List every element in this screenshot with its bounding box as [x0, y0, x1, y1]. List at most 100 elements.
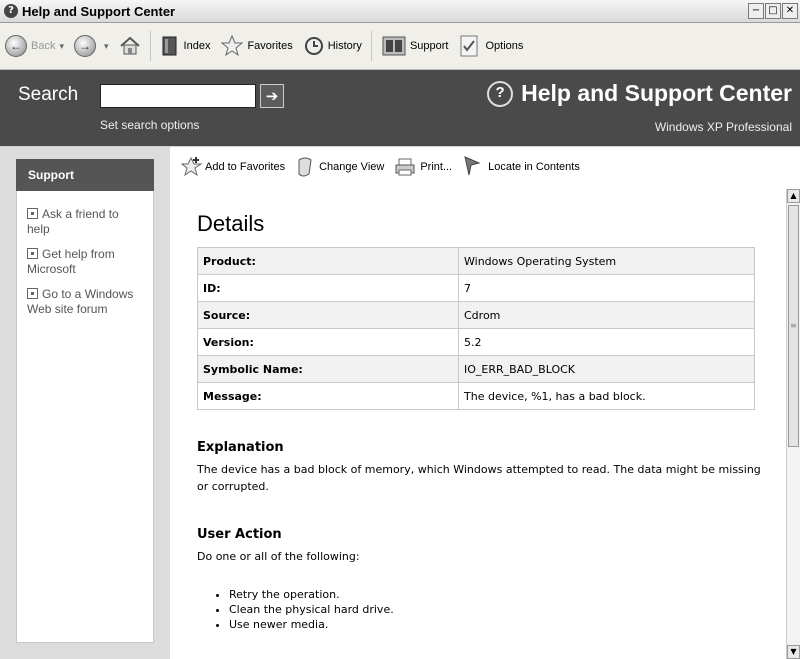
history-label: History	[327, 40, 362, 52]
change-view-icon	[298, 157, 312, 177]
toolbar-separator	[149, 31, 151, 61]
sidebar-item-web-forum[interactable]: Go to a Windows Web site forum	[27, 287, 143, 317]
print-button[interactable]: Print...	[389, 152, 457, 182]
detail-key: ID:	[197, 274, 459, 302]
table-row: Version: 5.2	[197, 328, 755, 356]
history-button[interactable]: History	[298, 26, 367, 66]
sidebar-panel: Ask a friend to help Get help from Micro…	[16, 191, 154, 643]
content-pane: Add to Favorites Change View Print... Lo…	[170, 147, 800, 659]
sidebar-heading: Support	[16, 159, 154, 191]
sidebar-item-ask-friend[interactable]: Ask a friend to help	[27, 207, 143, 237]
table-row: Symbolic Name: IO_ERR_BAD_BLOCK	[197, 355, 755, 383]
star-icon	[221, 34, 244, 57]
list-item: Retry the operation.	[229, 587, 767, 602]
details-table: Product: Windows Operating System ID: 7 So…	[197, 247, 755, 410]
detail-value: 7	[458, 274, 755, 302]
forward-arrow-icon: →	[74, 35, 96, 57]
search-header: Search ➔ Set search options ? Help and S…	[0, 70, 800, 146]
printer-icon	[395, 158, 415, 176]
minimize-button[interactable]: −	[748, 3, 764, 19]
window-controls: − □ ✕	[748, 3, 798, 19]
user-action-list: Retry the operation. Clean the physical …	[197, 587, 767, 632]
detail-key: Version:	[197, 328, 459, 356]
brand-title-text: Help and Support Center	[521, 80, 792, 106]
back-button[interactable]: ← Back ▾	[0, 26, 69, 66]
explanation-heading: Explanation	[197, 440, 284, 455]
index-button[interactable]: Index	[155, 26, 216, 66]
maximize-button[interactable]: □	[765, 3, 781, 19]
sidebar-item-label: Get help from Microsoft	[27, 247, 115, 276]
list-item: Clean the physical hard drive.	[229, 602, 767, 617]
sidebar-item-label: Go to a Windows Web site forum	[27, 287, 134, 316]
bullet-box-icon	[27, 248, 38, 259]
toolbar-separator	[370, 31, 372, 61]
forward-button[interactable]: → ▾	[69, 26, 114, 66]
search-go-button[interactable]: ➔	[260, 84, 284, 108]
search-options-link[interactable]: Set search options	[100, 118, 199, 132]
table-row: Message: The device, %1, has a bad block.	[197, 382, 755, 410]
detail-value: 5.2	[458, 328, 755, 356]
back-arrow-icon: ←	[5, 35, 27, 57]
detail-value: IO_ERR_BAD_BLOCK	[458, 355, 755, 383]
add-to-favorites-button[interactable]: Add to Favorites	[176, 152, 290, 182]
index-label: Index	[183, 40, 211, 52]
book-icon	[162, 36, 177, 56]
navigation-toolbar: ← Back ▾ → ▾ Index Favorites History Sup…	[0, 23, 800, 70]
arrow-right-icon: ➔	[265, 87, 279, 105]
options-button[interactable]: Options	[453, 26, 528, 66]
edition-label: Windows XP Professional	[654, 120, 792, 134]
locate-icon	[464, 156, 481, 176]
support-icon	[382, 36, 406, 56]
detail-key: Source:	[197, 301, 459, 329]
details-title: Details	[197, 211, 265, 236]
scroll-up-button[interactable]: ▲	[787, 189, 800, 203]
bullet-box-icon	[27, 288, 38, 299]
table-row: Product: Windows Operating System	[197, 247, 755, 275]
add-to-favorites-label: Add to Favorites	[205, 161, 286, 173]
help-and-support-window: ? Help and Support Center − □ ✕ ← Back ▾…	[0, 0, 800, 659]
user-action-heading: User Action	[197, 527, 282, 542]
list-item: Use newer media.	[229, 617, 767, 632]
help-circle-icon: ?	[4, 4, 18, 18]
window-title: Help and Support Center	[22, 3, 176, 19]
table-row: ID: 7	[197, 274, 755, 302]
checklist-icon	[460, 35, 478, 57]
search-input[interactable]	[100, 84, 256, 108]
clock-icon	[304, 37, 323, 55]
sidebar-item-get-help-microsoft[interactable]: Get help from Microsoft	[27, 247, 143, 277]
home-button[interactable]	[114, 26, 146, 66]
bullet-box-icon	[27, 208, 38, 219]
change-view-label: Change View	[319, 161, 385, 173]
table-row: Source: Cdrom	[197, 301, 755, 329]
article: Details Product: Windows Operating System…	[197, 211, 767, 632]
print-label: Print...	[420, 161, 453, 173]
help-circle-icon: ?	[487, 80, 514, 107]
detail-value: Cdrom	[458, 301, 755, 329]
explanation-text: The device has a bad block of memory, wh…	[197, 463, 761, 493]
close-button[interactable]: ✕	[782, 3, 798, 19]
home-icon	[119, 36, 140, 55]
favorites-label: Favorites	[247, 40, 293, 52]
support-label: Support	[409, 40, 449, 52]
vertical-scrollbar[interactable]: ▲ ≡ ▼	[786, 189, 800, 659]
user-action-intro: Do one or all of the following:	[197, 550, 360, 563]
scroll-thumb[interactable]: ≡	[788, 205, 799, 447]
content-toolbar: Add to Favorites Change View Print... Lo…	[170, 147, 800, 187]
forward-dropdown-icon[interactable]: ▾	[104, 41, 109, 52]
support-button[interactable]: Support	[376, 26, 454, 66]
title-bar: ? Help and Support Center − □ ✕	[0, 0, 800, 23]
locate-in-contents-label: Locate in Contents	[488, 161, 580, 173]
scroll-down-button[interactable]: ▼	[787, 645, 800, 659]
change-view-button[interactable]: Change View	[290, 152, 389, 182]
detail-value: The device, %1, has a bad block.	[458, 382, 755, 410]
search-label: Search	[18, 84, 79, 105]
brand-title: ? Help and Support Center	[487, 80, 792, 107]
detail-key: Message:	[197, 382, 459, 410]
locate-in-contents-button[interactable]: Locate in Contents	[457, 152, 585, 182]
detail-value: Windows Operating System	[458, 247, 755, 275]
favorites-button[interactable]: Favorites	[215, 26, 297, 66]
star-plus-icon	[181, 156, 203, 177]
back-dropdown-icon[interactable]: ▾	[59, 41, 64, 52]
sidebar: Support Ask a friend to help Get help fr…	[0, 147, 170, 659]
sidebar-item-label: Ask a friend to help	[27, 207, 119, 236]
